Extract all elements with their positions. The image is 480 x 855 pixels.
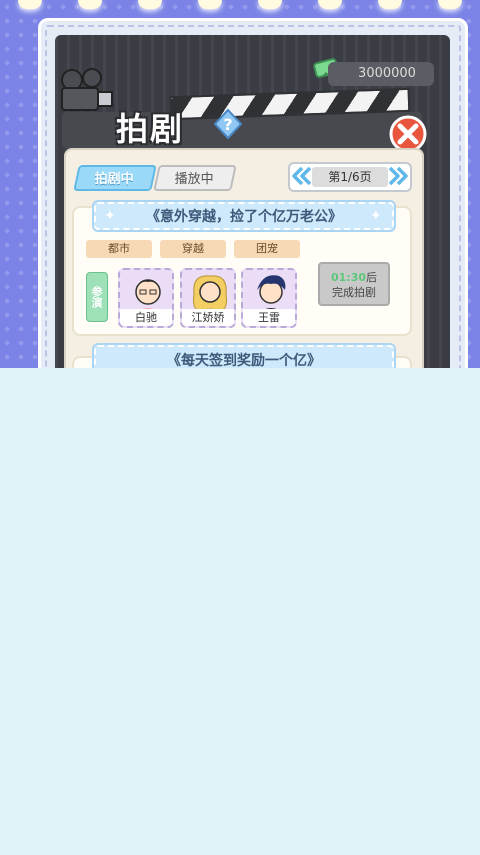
light-bulb-icon [138,0,162,9]
light-bulb-icon [438,0,462,9]
actor-avatar [134,279,162,314]
genre-tag: 穿越 [160,240,226,258]
timer-status: 完成拍剧 [332,286,376,299]
actor-card[interactable]: 王雷 [241,268,297,328]
cast-label: 参演 [86,272,108,322]
next-page-icon[interactable] [386,164,410,188]
prev-page-icon[interactable] [290,164,314,188]
actor-name: 江娇娇 [182,309,234,326]
actor-name: 白驰 [120,309,172,326]
page-indicator: 第1/6页 [312,167,388,187]
light-bulb-icon [198,0,222,9]
show-title: 《每天签到奖励一个亿》 [167,353,321,368]
light-bulb-icon [318,0,342,9]
light-bulb-icon [18,0,42,9]
game-scene: 3000000 拍剧 ? 拍剧中 播放中 第1/6页 ✦ ✦ 《意外穿越，捡了个… [0,0,480,368]
genre-tag: 团宠 [234,240,300,258]
timer-suffix: 后 [366,271,377,284]
actor-card[interactable]: 白驰 [118,268,174,328]
tab-airing[interactable]: 播放中 [153,165,237,191]
actor-name: 王雷 [243,309,295,326]
help-icon[interactable]: ? [212,108,244,140]
light-bulb-icon [378,0,402,9]
filming-timer: 01:30后 完成拍剧 [318,262,390,306]
page-title: 拍剧 [116,110,185,148]
actor-avatar [193,275,227,315]
coin-balance: 3000000 [328,62,434,86]
tab-filming[interactable]: 拍剧中 [73,165,157,191]
light-bulb-icon [78,0,102,9]
actor-card[interactable]: 江娇娇 [180,268,236,328]
show-title: 《意外穿越，捡了个亿万老公》 [146,209,342,225]
svg-text:?: ? [223,115,232,134]
light-bulb-icon [258,0,282,9]
timer-countdown: 01:30 [330,271,366,284]
tab-label: 播放中 [175,172,215,187]
timer-line: 01:30后 [320,270,388,285]
genre-tag: 都市 [86,240,152,258]
tab-label: 拍剧中 [95,172,135,187]
stage-lights [0,0,480,14]
actor-avatar [257,275,286,314]
